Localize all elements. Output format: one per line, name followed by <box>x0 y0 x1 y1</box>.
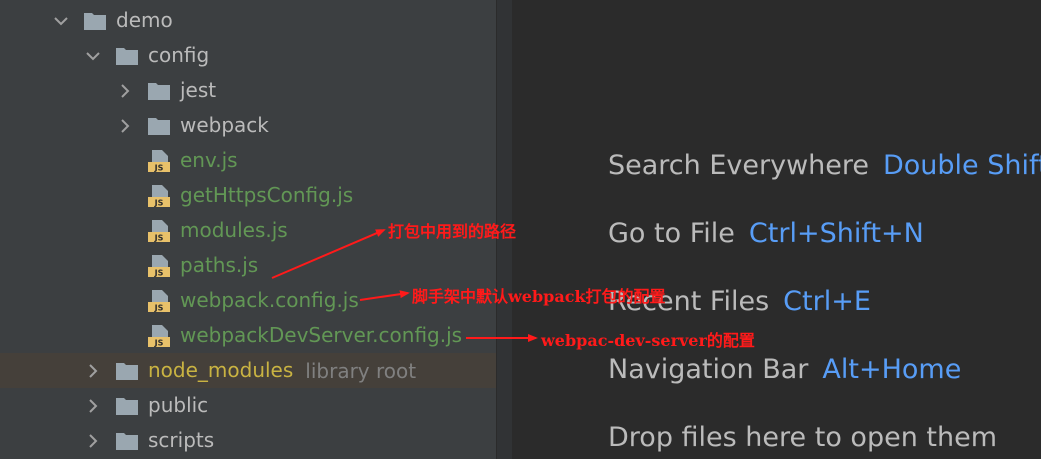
annotation-label: 脚手架中默认webpack打包的配置 <box>412 287 666 306</box>
chevron-right-icon[interactable] <box>118 118 132 133</box>
folder-icon <box>116 432 138 450</box>
tree-item-label: scripts <box>148 428 215 452</box>
tree-item-env-js[interactable]: JS env.js <box>0 143 496 178</box>
folder-icon <box>116 397 138 415</box>
tree-item-label: paths.js <box>180 253 259 277</box>
folder-icon <box>84 12 106 30</box>
javascript-file-icon: JS <box>148 184 170 207</box>
hint-go-to-file: Go to File Ctrl+Shift+N <box>608 218 924 249</box>
library-root-hint: library root <box>305 358 417 383</box>
tree-item-webpack[interactable]: webpack <box>0 108 496 143</box>
hint-search-everywhere: Search Everywhere Double Shift <box>608 150 1041 181</box>
javascript-file-icon: JS <box>148 149 170 172</box>
javascript-file-icon: JS <box>148 289 170 312</box>
tree-item-paths-js[interactable]: JS paths.js <box>0 248 496 283</box>
tree-item-scripts[interactable]: scripts <box>0 423 496 458</box>
tree-item-label: modules.js <box>180 218 288 242</box>
tree-item-label: demo <box>116 8 173 32</box>
tree-item-public[interactable]: public <box>0 388 496 423</box>
tree-item-label: node_modules <box>148 358 294 382</box>
svg-text:JS: JS <box>154 198 164 207</box>
tree-item-label: webpack.config.js <box>180 288 359 312</box>
chevron-down-icon[interactable] <box>86 49 100 63</box>
tree-item-config[interactable]: config <box>0 38 496 73</box>
hint-action: Drop files here to open them <box>608 422 997 453</box>
svg-text:JS: JS <box>154 268 164 277</box>
tree-item-label: config <box>148 43 210 67</box>
svg-text:JS: JS <box>154 233 164 242</box>
folder-icon <box>148 117 170 135</box>
tree-item-jest[interactable]: jest <box>0 73 496 108</box>
tree-item-node-modules[interactable]: node_modules library root <box>0 353 496 388</box>
chevron-right-icon[interactable] <box>86 398 100 413</box>
chevron-right-icon[interactable] <box>86 363 100 378</box>
javascript-file-icon: JS <box>148 324 170 347</box>
hint-action: Go to File <box>608 218 735 249</box>
svg-text:JS: JS <box>154 303 164 312</box>
hint-action: Navigation Bar <box>608 354 809 385</box>
hint-shortcut: Double Shift <box>883 150 1041 181</box>
tree-item-label: env.js <box>180 148 238 172</box>
hint-navigation-bar: Navigation Bar Alt+Home <box>608 354 961 385</box>
hint-shortcut: Ctrl+Shift+N <box>748 218 924 249</box>
tree-item-label: getHttpsConfig.js <box>180 183 354 207</box>
tree-item-webpackdevserver-config-js[interactable]: JS webpackDevServer.config.js <box>0 318 496 353</box>
svg-text:JS: JS <box>154 338 164 347</box>
hint-shortcut: Alt+Home <box>822 354 962 385</box>
folder-icon <box>116 362 138 380</box>
tree-item-demo[interactable]: demo <box>0 3 496 38</box>
annotation-label: 打包中用到的路径 <box>388 222 517 241</box>
chevron-down-icon[interactable] <box>54 14 68 28</box>
chevron-right-icon[interactable] <box>118 83 132 98</box>
svg-text:JS: JS <box>154 163 164 172</box>
hint-shortcut: Ctrl+E <box>783 286 871 317</box>
folder-icon <box>116 47 138 65</box>
tree-item-label: webpackDevServer.config.js <box>180 323 463 347</box>
tree-item-label: jest <box>180 78 217 102</box>
tree-item-gethttpsconfig-js[interactable]: JS getHttpsConfig.js <box>0 178 496 213</box>
annotation-label: webpac-dev-server的配置 <box>541 331 755 350</box>
javascript-file-icon: JS <box>148 254 170 277</box>
javascript-file-icon: JS <box>148 219 170 242</box>
hint-action: Search Everywhere <box>608 150 869 181</box>
hint-drop-files: Drop files here to open them <box>608 422 997 453</box>
chevron-right-icon[interactable] <box>86 433 100 448</box>
tree-item-label: public <box>148 393 209 417</box>
tree-item-label: webpack <box>180 113 269 137</box>
folder-icon <box>148 82 170 100</box>
